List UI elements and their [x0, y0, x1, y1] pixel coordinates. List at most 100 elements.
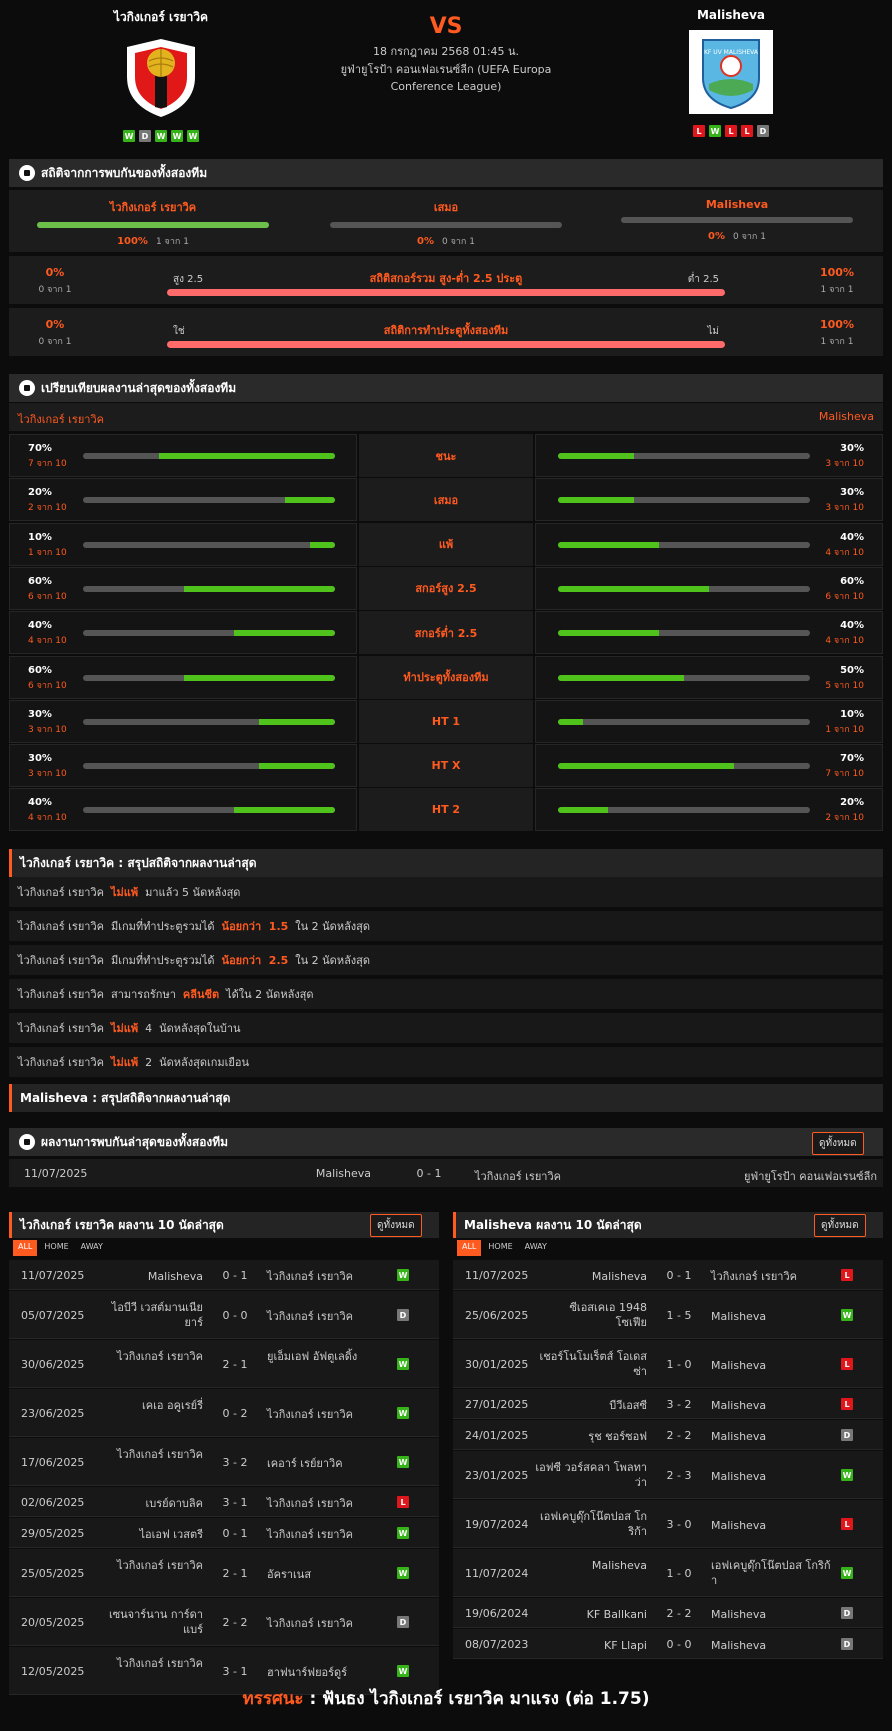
summary-row: ไวกิงเกอร์ เรยาวิค มีเกมที่ทำประตูรวมได้… [9, 945, 883, 975]
compare-row: 60% 6 จาก 10 สกอร์สูง 2.5 60% 6 จาก 10 [9, 566, 883, 610]
away-team-name: Malisheva [696, 8, 765, 22]
home-last10-view-all-button[interactable]: ดูทั้งหมด [370, 1214, 422, 1237]
match-row[interactable]: 20/05/2025 เซนจาร์นาน การ์ดา แบร์ 2 - 2 ไวก… [9, 1598, 439, 1646]
form-badge: W [123, 130, 135, 142]
match-row[interactable]: 11/07/2024 Malisheva 1 - 0 เอฟเคบูดุ๊กโน๊ตป… [453, 1549, 883, 1597]
home-stat-bar-fill [183, 585, 335, 592]
home-stat-bar [83, 497, 335, 504]
tab-all[interactable]: ALL [457, 1240, 482, 1256]
home-stat-bar-fill [234, 630, 335, 637]
match-row[interactable]: 30/06/2025 ไวกิงเกอร์ เรยาวิค 2 - 1 ยูเอ็มเ… [9, 1340, 439, 1388]
recent-h2h-view-all-button[interactable]: ดูทั้งหมด [812, 1132, 864, 1155]
match-row[interactable]: 17/06/2025 ไวกิงเกอร์ เรยาวิค 3 - 2 เคอาร์ … [9, 1438, 439, 1486]
home-team-name: ไวกิงเกอร์ เรยาวิค [113, 10, 209, 24]
compare-row: 30% 3 จาก 10 HT X 70% 7 จาก 10 [9, 744, 883, 788]
match-row[interactable]: 19/07/2024 เอฟเคบูดุ๊กโน๊ตปอส โกริก้า 3 - … [453, 1500, 883, 1548]
match-row[interactable]: 25/06/2025 ซีเอสเคเอ 1948 โซเฟีย 1 - 5 Mali… [453, 1291, 883, 1339]
h2h-home-wins: ไวกิงเกอร์ เรยาวิค 100% 1 จาก 1 [37, 198, 269, 248]
compare-row: 60% 6 จาก 10 ทำประตูทั้งสองทีม 50% 5 จาก 10 [9, 655, 883, 699]
recent-h2h-row[interactable]: 11/07/2025 Malisheva 0 - 1 ไวกิงเกอร์ เร… [9, 1159, 883, 1187]
away-team[interactable]: Malisheva KF UV MALISHEVA LWLLD [626, 8, 836, 137]
form-badge: W [171, 130, 183, 142]
away-stat-bar [558, 585, 810, 592]
home-stat-bar [83, 585, 335, 592]
away-stat-bar-fill [558, 807, 609, 814]
compare-row: 40% 4 จาก 10 สกอร์ต่ำ 2.5 40% 4 จาก 10 [9, 611, 883, 655]
result-badge: L [841, 1269, 853, 1281]
form-badge: L [725, 125, 737, 137]
away-stat-bar-fill [558, 497, 634, 504]
match-row[interactable]: 24/01/2025 รุช ชอร์ซอฟ 2 - 2 Malisheva D [453, 1420, 883, 1450]
away-stat-bar-fill [558, 674, 684, 681]
soccer-ball-icon [19, 380, 35, 396]
away-stat-bar-fill [558, 630, 659, 637]
away-stat-bar-fill [558, 453, 634, 459]
result-badge: L [397, 1496, 409, 1508]
compare-label: สกอร์สูง 2.5 [359, 566, 533, 610]
form-badge: L [693, 125, 705, 137]
match-row[interactable]: 19/06/2024 KF Ballkani 2 - 2 Malisheva D [453, 1598, 883, 1628]
result-badge: D [841, 1607, 853, 1619]
result-badge: W [397, 1269, 409, 1281]
match-league[interactable]: ยูฟ่ายูโรป้า คอนเฟอเรนซ์ลีก (UEFA Europa… [320, 61, 572, 95]
form-badge: L [741, 125, 753, 137]
vs-label: VS [429, 14, 463, 39]
soccer-ball-icon [19, 1134, 35, 1150]
match-row[interactable]: 05/07/2025 ไอบีวี เวสต์มานเนีย ยาร์ 0 - 0ไ… [9, 1291, 439, 1339]
btts-bar [167, 341, 725, 348]
home-last10-panel: ไวกิงเกอร์ เรยาวิค ผลงาน 10 นัดล่าสุด ดู… [9, 1212, 439, 1695]
away-stat-bar [558, 453, 810, 459]
away-stat-bar-fill [558, 763, 735, 770]
match-row[interactable]: 11/07/2025 Malisheva 0 - 1 ไวกิงเกอร์ เรยาว… [9, 1260, 439, 1290]
home-stat-bar-fill [309, 541, 335, 548]
form-badge: W [155, 130, 167, 142]
away-last10-view-all-button[interactable]: ดูทั้งหมด [814, 1214, 866, 1237]
result-badge: D [841, 1429, 853, 1441]
over-under-box: 0% 0 จาก 1 สูง 2.5 สถิติสกอร์รวม สูง-ต่ำ … [9, 256, 883, 304]
home-team[interactable]: ไวกิงเกอร์ เรยาวิค WDWWW [56, 8, 266, 142]
tab-home[interactable]: HOME [483, 1240, 517, 1256]
btts-box: 0% 0 จาก 1 ใช่ สถิติการทำประตูทั้งสองทีม … [9, 308, 883, 356]
tab-all[interactable]: ALL [13, 1240, 38, 1256]
prediction-tip: ทรรศนะ : ฟันธง ไวกิงเกอร์ เรยาวิค มาแรง … [242, 1689, 650, 1709]
match-date: 18 กรกฎาคม 2568 01:45 น. [372, 45, 520, 58]
h2h-draws: เสมอ 0% 0 จาก 1 [330, 198, 562, 248]
away-stat-bar [558, 718, 810, 725]
home-stat-bar [83, 763, 335, 770]
match-row[interactable]: 02/06/2025 เบรย์ดาบลิค 3 - 1 ไวกิงเกอร์ เรย… [9, 1487, 439, 1517]
home-stat-bar-fill [259, 763, 335, 770]
home-summary-header: ไวกิงเกอร์ เรยาวิค : สรุปสถิติจากผลงานล่… [9, 849, 883, 877]
form-badge: W [709, 125, 721, 137]
tab-away[interactable]: AWAY [76, 1240, 108, 1256]
match-row[interactable]: 30/01/2025 เชอร์โนโมเร็ตส์ โอเดสซ่า 1 - 0M… [453, 1340, 883, 1388]
away-stat-bar [558, 541, 810, 548]
home-stat-bar-fill [284, 497, 335, 504]
match-row[interactable]: 11/07/2025 Malisheva 0 - 1 ไวกิงเกอร์ เรยาว… [453, 1260, 883, 1290]
tab-away[interactable]: AWAY [520, 1240, 552, 1256]
summary-row: ไวกิงเกอร์ เรยาวิค สามารถรักษา คลีนชีต ไ… [9, 979, 883, 1009]
match-row[interactable]: 23/01/2025 เอฟซี วอร์สคลา โพลทาว่า 2 - 3 Ma… [453, 1451, 883, 1499]
home-stat-bar [83, 674, 335, 681]
result-badge: W [397, 1407, 409, 1419]
away-stat-bar [558, 497, 810, 504]
compare-team-labels: ไวกิงเกอร์ เรยาวิค Malisheva [9, 403, 883, 431]
compare-label: แพ้ [359, 522, 533, 566]
svg-text:KF UV MALISHEVA: KF UV MALISHEVA [704, 49, 759, 56]
match-row[interactable]: 23/06/2025 เคเอ อคูเรย์รี่ 0 - 2 ไวกิงเกอร์… [9, 1389, 439, 1437]
away-stat-bar [558, 763, 810, 770]
match-row[interactable]: 25/05/2025 ไวกิงเกอร์ เรยาวิค 2 - 1 อัคราเน… [9, 1549, 439, 1597]
match-row[interactable]: 08/07/2023 KF Llapi 0 - 0 Malisheva D [453, 1629, 883, 1659]
result-badge: L [841, 1518, 853, 1530]
result-badge: D [841, 1638, 853, 1650]
result-badge: W [841, 1309, 853, 1321]
match-info: VS 18 กรกฎาคม 2568 01:45 น. ยูฟ่ายูโรป้า… [320, 14, 572, 95]
tab-home[interactable]: HOME [39, 1240, 73, 1256]
h2h-results-box: ไวกิงเกอร์ เรยาวิค 100% 1 จาก 1 เสมอ 0% 0 … [9, 190, 883, 252]
summary-row: ไวกิงเกอร์ เรยาวิค ไม่แพ้ มาแล้ว 5 นัดหล… [9, 877, 883, 907]
away-stat-bar-fill [558, 718, 584, 725]
match-row[interactable]: 29/05/2025 ไอเอฟ เวสตรี 0 - 1 ไวกิงเกอร์ เร… [9, 1518, 439, 1548]
match-row[interactable]: 27/01/2025 บีวีเอสซี 3 - 2 Malisheva L [453, 1389, 883, 1419]
h2h-section-header: สถิติจากการพบกันของทั้งสองทีม [9, 159, 883, 187]
home-stat-bar [83, 541, 335, 548]
result-badge: L [841, 1398, 853, 1410]
